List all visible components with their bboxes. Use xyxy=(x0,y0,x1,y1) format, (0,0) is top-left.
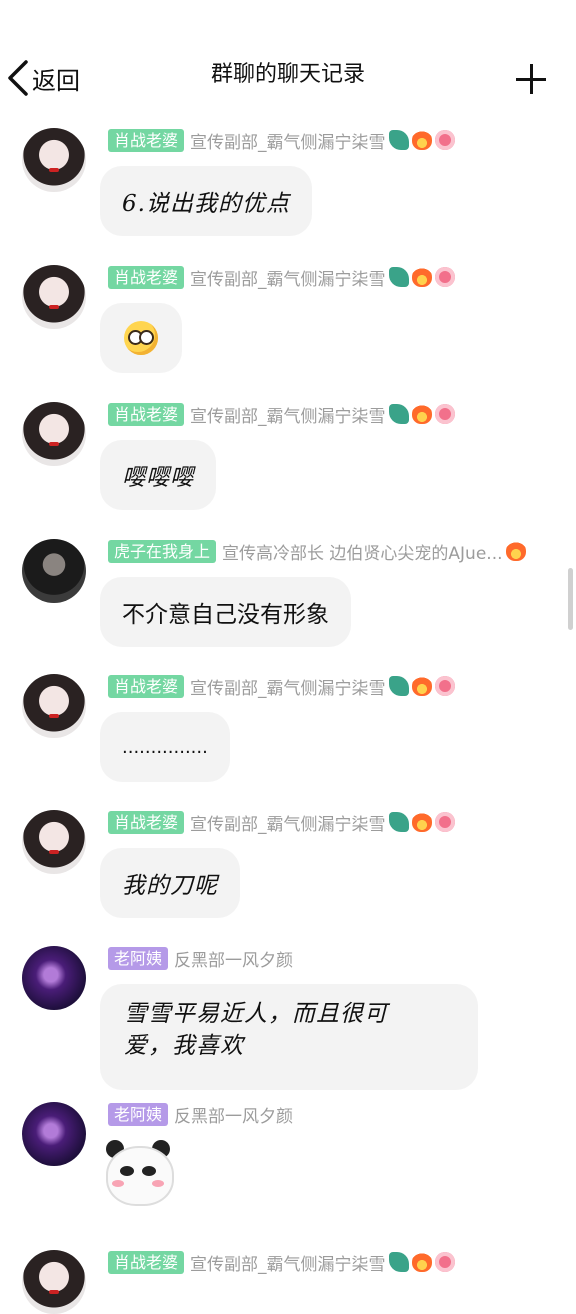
face-badge-icon xyxy=(434,130,455,150)
message-bubble[interactable] xyxy=(100,303,182,373)
member-name[interactable]: 宣传副部_霸气侧漏宁柒雪 xyxy=(190,674,386,699)
avatar[interactable] xyxy=(22,265,86,329)
message-text-line: 雪雪平易近人，而且很可 xyxy=(124,1001,388,1027)
message-meta: 老阿姨 反黑部一风夕颜 xyxy=(108,1102,293,1127)
dragon-badge-icon xyxy=(388,267,409,287)
member-title-tag: 肖战老婆 xyxy=(108,128,185,152)
member-title-tag: 肖战老婆 xyxy=(108,810,185,834)
message-meta: 虎子在我身上 宣传高冷部长 边伯贤心尖宠的AJue... xyxy=(108,539,526,564)
face-badge-icon xyxy=(434,1252,455,1272)
face-badge-icon xyxy=(434,404,455,424)
dragon-badge-icon xyxy=(388,676,409,696)
message-bubble[interactable]: 不介意自己没有形象 xyxy=(100,577,351,647)
page-title: 群聊的聊天记录 xyxy=(210,62,365,87)
panda-sticker[interactable] xyxy=(100,1136,176,1212)
avatar[interactable] xyxy=(22,128,86,192)
dragon-badge-icon xyxy=(388,1252,409,1272)
member-name[interactable]: 反黑部一风夕颜 xyxy=(174,946,293,971)
message-meta: 肖战老婆 宣传副部_霸气侧漏宁柒雪 xyxy=(108,128,455,153)
fire-badge-icon xyxy=(505,541,526,561)
scrollbar[interactable] xyxy=(568,568,573,630)
member-title-tag: 老阿姨 xyxy=(108,1102,169,1126)
member-name[interactable]: 宣传副部_霸气侧漏宁柒雪 xyxy=(190,265,386,290)
member-title-tag: 肖战老婆 xyxy=(108,674,185,698)
face-badge-icon xyxy=(434,812,455,832)
avatar[interactable] xyxy=(22,402,86,466)
message-bubble[interactable]: 6.说出我的优点 xyxy=(100,166,312,236)
member-title-tag: 肖战老婆 xyxy=(108,1250,185,1274)
message-meta: 肖战老婆 宣传副部_霸气侧漏宁柒雪 xyxy=(108,674,455,699)
member-name[interactable]: 宣传副部_霸气侧漏宁柒雪 xyxy=(190,402,386,427)
dragon-badge-icon xyxy=(388,812,409,832)
message-meta: 老阿姨 反黑部一风夕颜 xyxy=(108,946,293,971)
panda-blush xyxy=(152,1180,164,1187)
message-meta: 肖战老婆 宣传副部_霸气侧漏宁柒雪 xyxy=(108,810,455,835)
fire-badge-icon xyxy=(411,267,432,287)
message-meta: 肖战老婆 宣传副部_霸气侧漏宁柒雪 xyxy=(108,402,455,427)
face-badge-icon xyxy=(434,676,455,696)
header-bar: 返回 群聊的聊天记录 xyxy=(0,0,576,120)
avatar[interactable] xyxy=(22,810,86,874)
member-name[interactable]: 宣传副部_霸气侧漏宁柒雪 xyxy=(190,128,386,153)
avatar[interactable] xyxy=(22,946,86,1010)
plus-icon[interactable] xyxy=(512,60,550,98)
fire-badge-icon xyxy=(411,404,432,424)
message-meta: 肖战老婆 宣传副部_霸气侧漏宁柒雪 xyxy=(108,1250,455,1275)
member-name[interactable]: 宣传副部_霸气侧漏宁柒雪 xyxy=(190,810,386,835)
fire-badge-icon xyxy=(411,812,432,832)
message-text-line: 爱，我喜欢 xyxy=(124,1033,244,1059)
panda-blush xyxy=(112,1180,124,1187)
member-title-tag: 肖战老婆 xyxy=(108,402,185,426)
panda-eye xyxy=(142,1166,156,1176)
fire-badge-icon xyxy=(411,130,432,150)
dragon-badge-icon xyxy=(388,404,409,424)
panda-face xyxy=(106,1146,174,1206)
member-name[interactable]: 宣传副部_霸气侧漏宁柒雪 xyxy=(190,1250,386,1275)
fire-badge-icon xyxy=(411,1252,432,1272)
face-badge-icon xyxy=(434,267,455,287)
panda-eye xyxy=(120,1166,134,1176)
avatar[interactable] xyxy=(22,539,86,603)
fire-badge-icon xyxy=(411,676,432,696)
member-title-tag: 虎子在我身上 xyxy=(108,539,217,563)
pleading-face-emoji xyxy=(124,321,158,355)
member-title-tag: 肖战老婆 xyxy=(108,265,185,289)
message-bubble[interactable]: 嘤嘤嘤 xyxy=(100,440,216,510)
message-meta: 肖战老婆 宣传副部_霸气侧漏宁柒雪 xyxy=(108,265,455,290)
member-name[interactable]: 反黑部一风夕颜 xyxy=(174,1102,293,1127)
message-bubble[interactable]: ............... xyxy=(100,712,230,782)
member-name[interactable]: 宣传高冷部长 边伯贤心尖宠的AJue... xyxy=(222,539,503,564)
avatar[interactable] xyxy=(22,1250,86,1314)
message-bubble[interactable]: 雪雪平易近人，而且很可 爱，我喜欢 xyxy=(100,984,478,1090)
message-bubble[interactable]: 我的刀呢 xyxy=(100,848,240,918)
avatar[interactable] xyxy=(22,674,86,738)
avatar[interactable] xyxy=(22,1102,86,1166)
dragon-badge-icon xyxy=(388,130,409,150)
member-title-tag: 老阿姨 xyxy=(108,946,169,970)
